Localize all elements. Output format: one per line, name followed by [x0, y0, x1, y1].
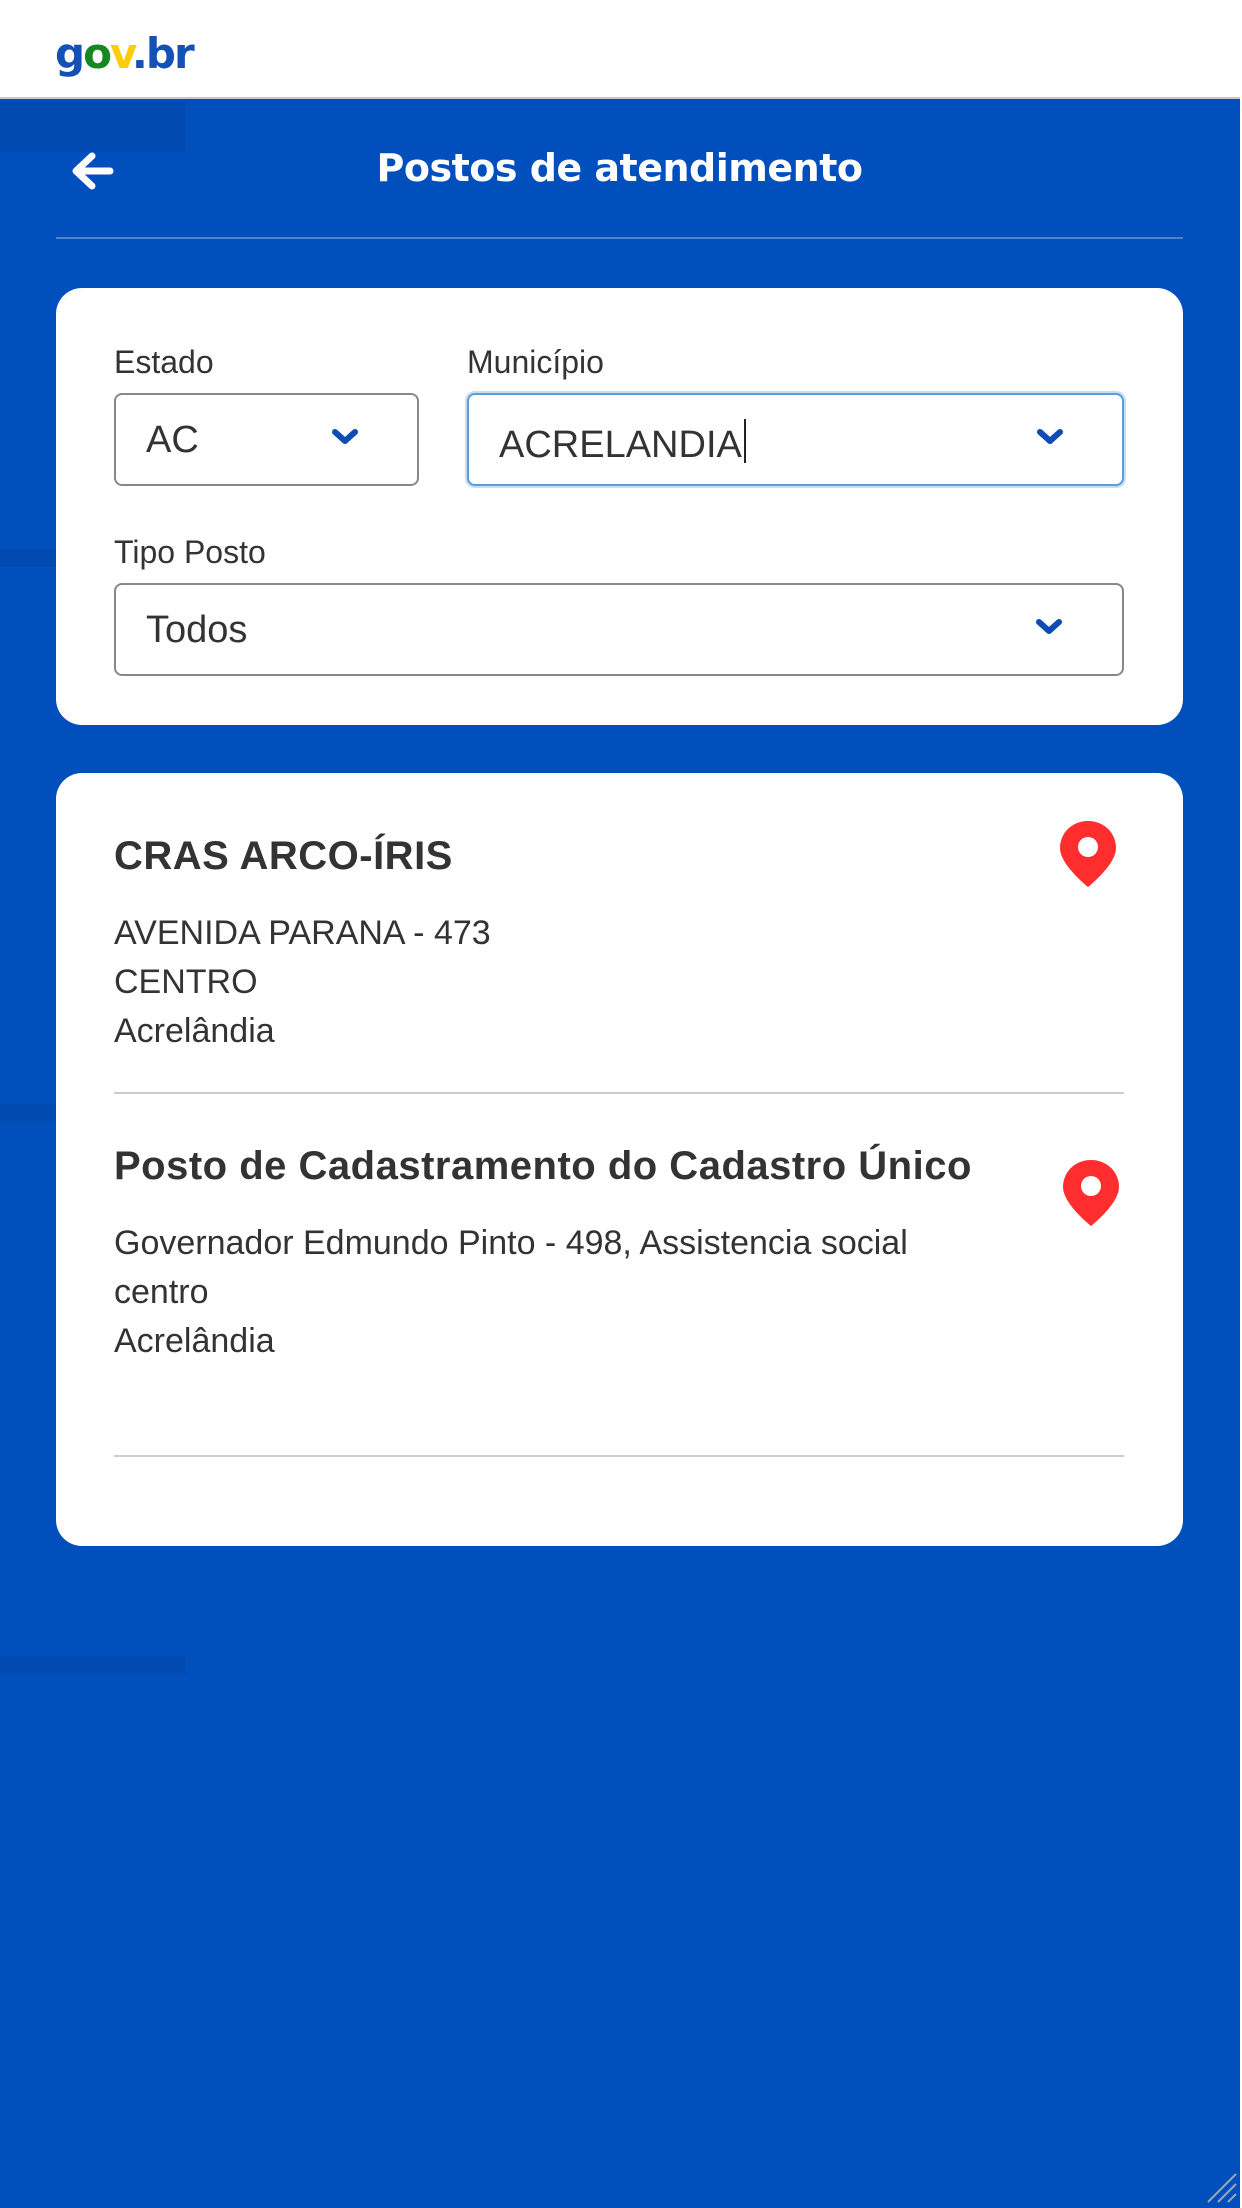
page-title: Postos de atendimento	[376, 146, 863, 190]
municipio-label: Município	[467, 344, 604, 380]
estado-label: Estado	[114, 344, 214, 380]
posto-name: CRAS ARCO-ÍRIS	[114, 834, 453, 878]
ghost-overlay	[0, 1656, 186, 1674]
posto-name: Posto de Cadastramento do Cadastro Único	[114, 1144, 972, 1188]
text-cursor	[743, 419, 746, 463]
estado-select[interactable]: AC	[114, 393, 419, 486]
map-pin-icon[interactable]	[1060, 1158, 1122, 1228]
map-pin-icon[interactable]	[1057, 819, 1119, 889]
divider	[114, 1092, 1124, 1094]
page-header: Postos de atendimento	[56, 99, 1183, 239]
app-frame: gov.br Postos de atendimento Estado AC M…	[0, 0, 1242, 2208]
posto-address: AVENIDA PARANA - 473	[114, 914, 491, 952]
results-card: CRAS ARCO-ÍRIS AVENIDA PARANA - 473 CENT…	[56, 773, 1183, 1546]
chevron-down-icon	[1037, 429, 1063, 444]
posto-neighborhood: centro	[114, 1273, 209, 1311]
posto-city: Acrelândia	[114, 1012, 275, 1050]
list-item: CRAS ARCO-ÍRIS AVENIDA PARANA - 473 CENT…	[114, 828, 1124, 1056]
tipo-posto-select[interactable]: Todos	[114, 583, 1124, 676]
chevron-down-icon	[1036, 619, 1062, 634]
resize-handle-icon[interactable]	[1202, 2168, 1238, 2204]
posto-address: Governador Edmundo Pinto - 498, Assisten…	[114, 1224, 908, 1262]
chevron-down-icon	[332, 429, 358, 444]
municipio-select[interactable]: ACRELANDIA	[467, 393, 1124, 486]
posto-city: Acrelândia	[114, 1322, 275, 1360]
municipio-value: ACRELANDIA	[499, 419, 746, 467]
filters-card: Estado AC Município ACRELANDIA Tipo Post…	[56, 288, 1183, 725]
list-item: Posto de Cadastramento do Cadastro Único…	[114, 1138, 1124, 1366]
estado-value: AC	[146, 419, 199, 461]
tipo-posto-value: Todos	[146, 609, 248, 651]
posto-neighborhood: CENTRO	[114, 963, 258, 1001]
top-bar: gov.br	[0, 0, 1240, 99]
govbr-logo: gov.br	[55, 29, 195, 78]
main-area: Postos de atendimento Estado AC Municípi…	[0, 99, 1240, 2208]
tipo-posto-label: Tipo Posto	[114, 534, 266, 570]
divider	[114, 1455, 1124, 1457]
